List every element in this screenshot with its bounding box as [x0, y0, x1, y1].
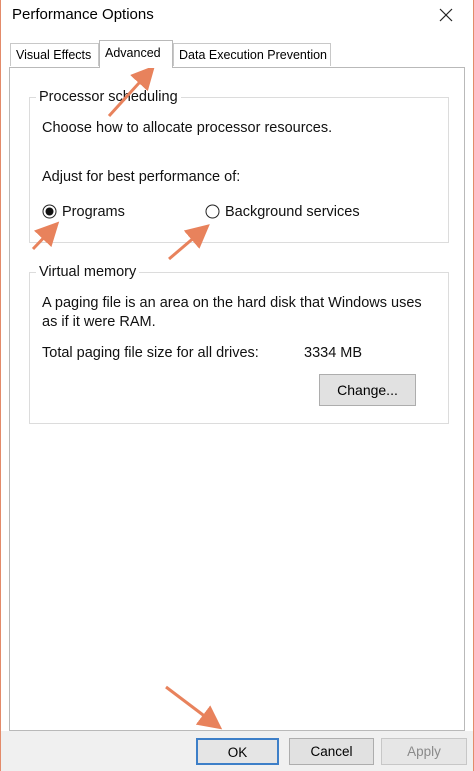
cancel-button[interactable]: Cancel	[289, 738, 374, 765]
ok-button[interactable]: OK	[196, 738, 279, 765]
performance-options-window: Performance Options Visual Effects Advan…	[0, 0, 474, 771]
title-bar: Performance Options	[1, 0, 473, 32]
virtual-memory-description-line2: as if it were RAM.	[42, 314, 156, 330]
background-services-radio[interactable]	[205, 204, 220, 219]
total-paging-size-value: 3334 MB	[304, 345, 363, 361]
programs-radio[interactable]	[42, 204, 57, 219]
tab-advanced[interactable]: Advanced	[99, 40, 173, 68]
programs-radio-label[interactable]: Programs	[62, 203, 125, 221]
processor-scheduling-group: Processor scheduling Choose how to alloc…	[29, 88, 449, 243]
window-title: Performance Options	[12, 6, 154, 23]
background-services-radio-label[interactable]: Background services	[225, 203, 360, 221]
tab-visual-effects[interactable]: Visual Effects	[10, 43, 99, 66]
virtual-memory-description-line1: A paging file is an area on the hard dis…	[42, 295, 422, 311]
apply-button: Apply	[381, 738, 467, 765]
tab-data-execution-prevention[interactable]: Data Execution Prevention	[173, 43, 331, 66]
virtual-memory-legend: Virtual memory	[36, 263, 140, 281]
radio-unselected-icon	[205, 204, 220, 219]
total-paging-size-label: Total paging file size for all drives:	[42, 345, 259, 361]
processor-scheduling-description: Choose how to allocate processor resourc…	[42, 120, 333, 136]
tab-strip: Visual Effects Advanced Data Execution P…	[9, 40, 465, 68]
adjust-performance-label: Adjust for best performance of:	[42, 169, 241, 185]
close-icon	[439, 8, 453, 22]
close-button[interactable]	[433, 2, 459, 28]
change-virtual-memory-button[interactable]: Change...	[319, 374, 416, 406]
radio-selected-icon	[42, 204, 57, 219]
processor-scheduling-legend: Processor scheduling	[36, 88, 181, 106]
advanced-tab-panel: Processor scheduling Choose how to alloc…	[9, 67, 465, 731]
